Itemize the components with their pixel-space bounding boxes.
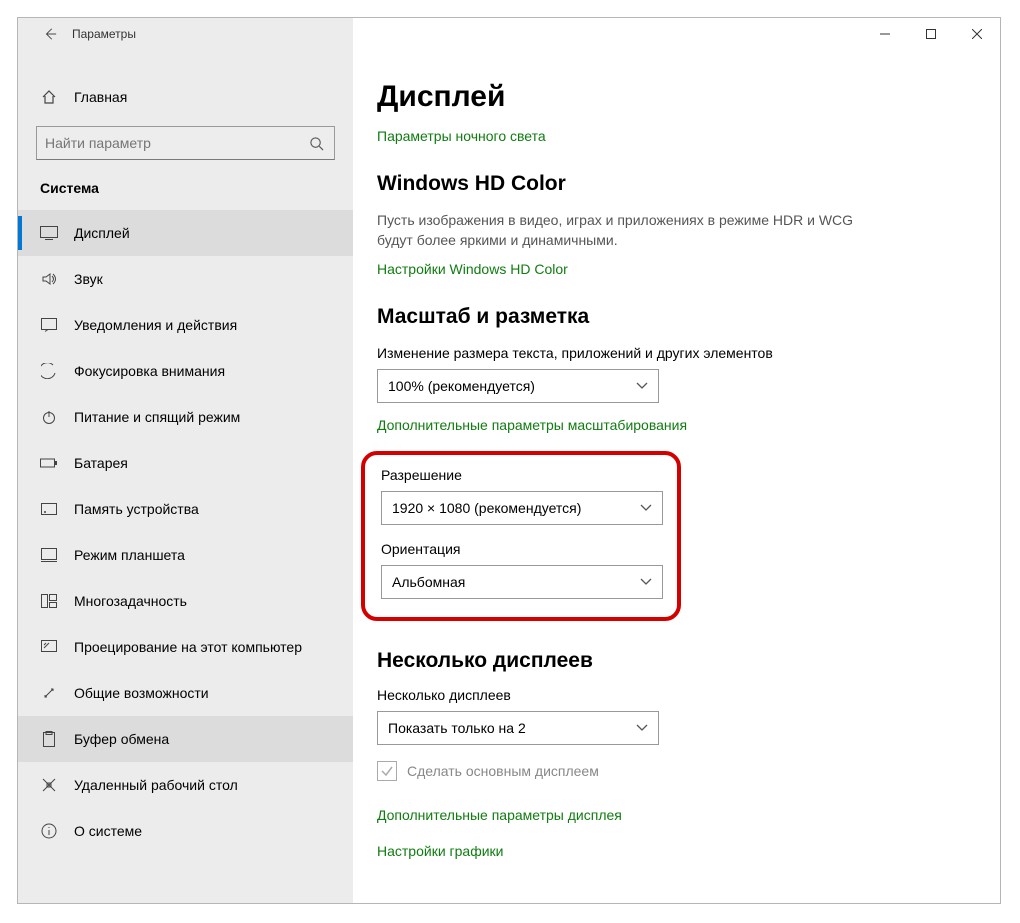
projecting-icon (40, 640, 58, 654)
sidebar-item-label: Многозадачность (74, 593, 187, 609)
shared-icon (40, 685, 58, 701)
scale-heading: Масштаб и разметка (377, 305, 970, 329)
resolution-value: 1920 × 1080 (рекомендуется) (392, 500, 581, 516)
sidebar-item-notifications[interactable]: Уведомления и действия (18, 302, 353, 348)
body: Главная Система Дисплей Звук (18, 50, 1000, 903)
hdcolor-desc: Пусть изображения в видео, играх и прило… (377, 210, 857, 251)
multi-dropdown[interactable]: Показать только на 2 (377, 711, 659, 745)
multi-heading: Несколько дисплеев (377, 649, 970, 673)
home-icon (40, 89, 58, 105)
sidebar-item-label: Буфер обмена (74, 731, 169, 747)
sidebar-item-shared[interactable]: Общие возможности (18, 670, 353, 716)
scale-link[interactable]: Дополнительные параметры масштабирования (377, 417, 687, 433)
group-header: Система (18, 180, 353, 210)
about-icon (40, 823, 58, 839)
settings-window: Параметры Главная (0, 0, 1020, 923)
back-button[interactable] (34, 18, 66, 50)
search-field[interactable] (45, 135, 306, 151)
arrow-left-icon (43, 27, 57, 41)
display-icon (40, 226, 58, 240)
chevron-down-icon (640, 578, 652, 586)
sidebar-item-label: Проецирование на этот компьютер (74, 639, 302, 655)
sidebar-item-storage[interactable]: Память устройства (18, 486, 353, 532)
make-main-label: Сделать основным дисплеем (407, 763, 599, 779)
sidebar-item-label: Уведомления и действия (74, 317, 237, 333)
window-controls (353, 18, 1000, 50)
storage-icon (40, 503, 58, 515)
night-light-link[interactable]: Параметры ночного света (377, 128, 546, 144)
battery-icon (40, 457, 58, 469)
titlebar: Параметры (18, 18, 1000, 50)
sidebar-item-label: Дисплей (74, 225, 130, 241)
sidebar-item-focus[interactable]: Фокусировка внимания (18, 348, 353, 394)
make-main-row: Сделать основным дисплеем (377, 761, 970, 781)
scale-dropdown[interactable]: 100% (рекомендуется) (377, 369, 659, 403)
tablet-icon (40, 548, 58, 562)
nav-home-label: Главная (74, 89, 127, 105)
resolution-dropdown[interactable]: 1920 × 1080 (рекомендуется) (381, 491, 663, 525)
minimize-button[interactable] (862, 18, 908, 50)
sidebar-item-label: Память устройства (74, 501, 199, 517)
maximize-icon (926, 29, 936, 39)
nav-list: Дисплей Звук Уведомления и действия Фоку… (18, 210, 353, 854)
sidebar-item-label: Фокусировка внимания (74, 363, 225, 379)
sidebar-item-label: Режим планшета (74, 547, 185, 563)
chevron-down-icon (636, 382, 648, 390)
window-inner: Параметры Главная (17, 17, 1001, 904)
page-title: Дисплей (377, 80, 970, 114)
notifications-icon (40, 318, 58, 332)
sidebar-item-tablet[interactable]: Режим планшета (18, 532, 353, 578)
search-icon (306, 136, 326, 151)
sidebar-item-clipboard[interactable]: Буфер обмена (18, 716, 353, 762)
chevron-down-icon (636, 724, 648, 732)
clipboard-icon (40, 731, 58, 747)
sidebar-item-about[interactable]: О системе (18, 808, 353, 854)
check-icon (380, 764, 394, 778)
minimize-icon (880, 29, 890, 39)
sidebar-item-sound[interactable]: Звук (18, 256, 353, 302)
sidebar-item-label: Удаленный рабочий стол (74, 777, 238, 793)
hdcolor-link[interactable]: Настройки Windows HD Color (377, 261, 568, 277)
sidebar-item-label: Общие возможности (74, 685, 209, 701)
orientation-dropdown[interactable]: Альбомная (381, 565, 663, 599)
sidebar-item-battery[interactable]: Батарея (18, 440, 353, 486)
focus-icon (40, 363, 58, 379)
graphics-link[interactable]: Настройки графики (377, 843, 970, 859)
multi-label: Несколько дисплеев (377, 687, 970, 703)
sidebar: Главная Система Дисплей Звук (18, 50, 353, 903)
sidebar-item-multitask[interactable]: Многозадачность (18, 578, 353, 624)
multi-value: Показать только на 2 (388, 720, 526, 736)
scale-label: Изменение размера текста, приложений и д… (377, 345, 970, 361)
sidebar-item-display[interactable]: Дисплей (18, 210, 353, 256)
multitask-icon (40, 594, 58, 608)
titlebar-left: Параметры (18, 18, 353, 50)
sidebar-item-remote[interactable]: Удаленный рабочий стол (18, 762, 353, 808)
remote-icon (40, 777, 58, 793)
hdcolor-heading: Windows HD Color (377, 172, 970, 196)
sidebar-item-label: О системе (74, 823, 142, 839)
sidebar-item-label: Звук (74, 271, 103, 287)
nav-home[interactable]: Главная (18, 78, 353, 116)
scale-value: 100% (рекомендуется) (388, 378, 535, 394)
resolution-label: Разрешение (381, 467, 661, 483)
sidebar-item-label: Питание и спящий режим (74, 409, 240, 425)
search-input[interactable] (36, 126, 335, 160)
maximize-button[interactable] (908, 18, 954, 50)
highlight-box: Разрешение 1920 × 1080 (рекомендуется) О… (361, 451, 681, 621)
content: Дисплей Параметры ночного света Windows … (353, 50, 1000, 903)
sidebar-item-label: Батарея (74, 455, 128, 471)
sound-icon (40, 271, 58, 287)
close-icon (972, 29, 982, 39)
sidebar-item-power[interactable]: Питание и спящий режим (18, 394, 353, 440)
chevron-down-icon (640, 504, 652, 512)
sidebar-item-projecting[interactable]: Проецирование на этот компьютер (18, 624, 353, 670)
window-title: Параметры (72, 27, 136, 41)
close-button[interactable] (954, 18, 1000, 50)
orientation-value: Альбомная (392, 574, 465, 590)
power-icon (40, 409, 58, 425)
make-main-checkbox (377, 761, 397, 781)
adv-display-link[interactable]: Дополнительные параметры дисплея (377, 807, 970, 823)
orientation-label: Ориентация (381, 541, 661, 557)
